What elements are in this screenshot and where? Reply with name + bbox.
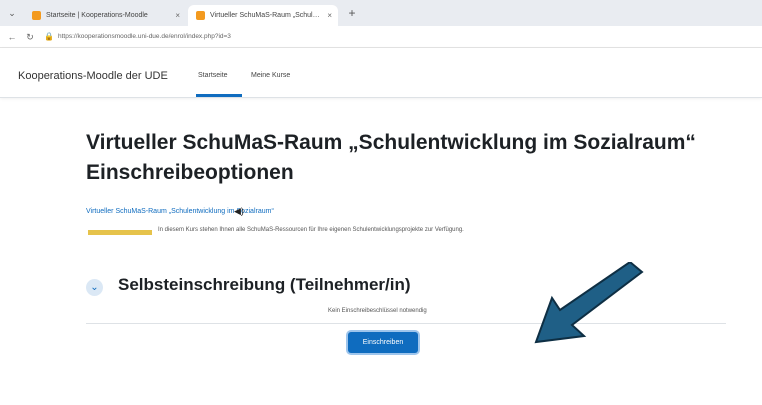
enrolment-key-note: Kein Einschreibeschlüssel notwendig — [328, 308, 427, 314]
section-title: Selbsteinschreibung (Teilnehmer/in) — [118, 275, 411, 294]
new-tab-icon[interactable]: + — [344, 5, 360, 21]
back-icon[interactable]: ← — [6, 30, 18, 44]
browser-tab-label: Virtueller SchuMaS-Raum „Schul… — [210, 12, 320, 19]
close-tab-icon[interactable]: × — [327, 5, 332, 26]
page-title-enrolment: Einschreibeoptionen — [86, 161, 294, 184]
course-link[interactable]: Virtueller SchuMaS-Raum „Schulentwicklun… — [86, 208, 274, 215]
browser-tab-bar: ⌄ Startseite | Kooperations-Moodle × Vir… — [0, 0, 762, 26]
text-highlight-bar — [88, 230, 152, 235]
enrol-button[interactable]: Einschreiben — [348, 332, 418, 353]
arrow-shape — [534, 262, 644, 344]
window-menu-icon[interactable]: ⌄ — [6, 7, 18, 19]
site-name[interactable]: Kooperations-Moodle der UDE — [18, 70, 168, 82]
audio-icon[interactable]: ◀) — [234, 206, 244, 217]
moodle-favicon-icon — [32, 11, 41, 20]
site-header: Kooperations-Moodle der UDE Startseite M… — [0, 48, 762, 98]
page-title-course: Virtueller SchuMaS-Raum „Schulentwicklun… — [86, 131, 696, 154]
close-tab-icon[interactable]: × — [175, 5, 180, 26]
browser-tab-label: Startseite | Kooperations-Moodle — [46, 12, 148, 19]
browser-tab-startseite[interactable]: Startseite | Kooperations-Moodle × — [24, 5, 186, 26]
nav-item-startseite[interactable]: Startseite — [198, 72, 228, 79]
page-title: Virtueller SchuMaS-Raum „Schulentwicklun… — [86, 128, 726, 188]
chevron-down-icon[interactable]: ⌄ — [86, 279, 103, 296]
url-field[interactable]: https://kooperationsmoodle.uni-due.de/en… — [58, 30, 231, 44]
course-summary: In diesem Kurs stehen Ihnen alle SchuMaS… — [158, 227, 464, 233]
active-nav-underline — [196, 94, 242, 97]
address-bar: ← ↻ 🔒 https://kooperationsmoodle.uni-due… — [0, 26, 762, 48]
nav-item-meine-kurse[interactable]: Meine Kurse — [251, 72, 290, 79]
browser-tab-course[interactable]: Virtueller SchuMaS-Raum „Schul… × — [188, 5, 338, 26]
reload-icon[interactable]: ↻ — [24, 30, 36, 44]
lock-icon[interactable]: 🔒 — [44, 31, 54, 43]
moodle-favicon-icon — [196, 11, 205, 20]
pointer-arrow-annotation — [534, 262, 644, 344]
